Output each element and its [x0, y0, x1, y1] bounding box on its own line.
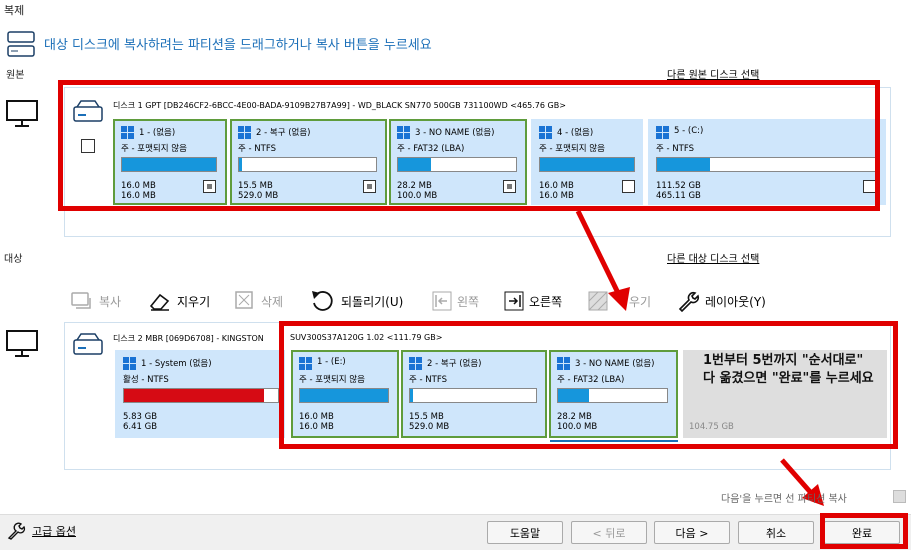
cancel-button[interactable]: 취소	[738, 521, 814, 544]
partition-used: 5.83 GB	[123, 412, 158, 422]
wrench-icon	[678, 291, 700, 313]
copy-option-label: 다음'을 누르면 선 파티션 복사	[721, 494, 847, 505]
fill-icon	[588, 291, 608, 311]
fill-button[interactable]: 우기	[588, 289, 651, 313]
revert-label: 되돌리기(U)	[341, 294, 404, 309]
advanced-options-label: 고급 옵션	[32, 525, 76, 538]
revert-button[interactable]: 되돌리기(U)	[310, 289, 403, 313]
erase-button[interactable]: 지우기	[148, 289, 210, 313]
select-target-disk-link[interactable]: 다른 대상 디스크 선택	[667, 250, 759, 265]
tgt-partition-1[interactable]: 1 - System (없음) 활성 - NTFS 5.83 GB 6.41 GB	[115, 350, 285, 438]
back-button[interactable]: < 뒤로	[571, 521, 647, 544]
delete-icon	[235, 291, 253, 309]
copy-button[interactable]: 복사	[70, 289, 121, 313]
partition-total: 6.41 GB	[123, 422, 158, 432]
window-title: 복제	[4, 4, 25, 17]
move-left-label: 왼쪽	[457, 294, 480, 309]
select-source-disk-link[interactable]: 다른 원본 디스크 선택	[667, 66, 759, 81]
eraser-icon	[149, 293, 170, 311]
copy-icon	[71, 292, 91, 309]
windows-icon	[123, 357, 136, 370]
arrow-right-icon	[504, 291, 524, 311]
layout-label: 레이아웃(Y)	[705, 294, 766, 309]
arrow-left-icon	[432, 291, 452, 311]
move-right-button[interactable]: 오른쪽	[504, 289, 562, 313]
target-highlight-box	[279, 321, 898, 449]
delete-button[interactable]: 삭제	[234, 289, 283, 313]
copy-label: 복사	[99, 294, 122, 309]
target-hard-drive-icon	[72, 332, 104, 361]
source-label: 원본	[6, 70, 25, 81]
layout-button[interactable]: 레이아웃(Y)	[676, 289, 766, 313]
target-label: 대상	[4, 254, 23, 265]
usage-bar	[123, 388, 279, 403]
move-right-label: 오른쪽	[529, 294, 563, 309]
help-button[interactable]: 도움말	[487, 521, 563, 544]
next-button[interactable]: 다음 >	[654, 521, 730, 544]
instruction-text: 대상 디스크에 복사하려는 파티션을 드래그하거나 복사 버튼을 누르세요	[44, 38, 432, 53]
target-disk-title-a: 디스크 2 MBR [069D6708] - KINGSTON	[113, 334, 264, 343]
move-left-button[interactable]: 왼쪽	[432, 289, 479, 313]
target-monitor-icon	[6, 330, 38, 361]
delete-label: 삭제	[261, 294, 284, 309]
partition-name: 1 - System (없음)	[141, 359, 212, 369]
wrench-small-icon	[7, 522, 26, 540]
finish-highlight-box	[820, 513, 908, 549]
fill-label: 우기	[629, 294, 652, 309]
advanced-options-link[interactable]: 고급 옵션	[6, 521, 76, 541]
monitor-icon	[6, 100, 38, 131]
usage-fill	[124, 389, 265, 402]
erase-label: 지우기	[177, 294, 211, 309]
copy-option-checkbox[interactable]	[893, 490, 906, 503]
partition-type: 활성 - NTFS	[123, 375, 169, 385]
source-highlight-box	[58, 80, 880, 211]
clone-disk-icon	[6, 30, 40, 65]
undo-icon	[312, 291, 333, 311]
